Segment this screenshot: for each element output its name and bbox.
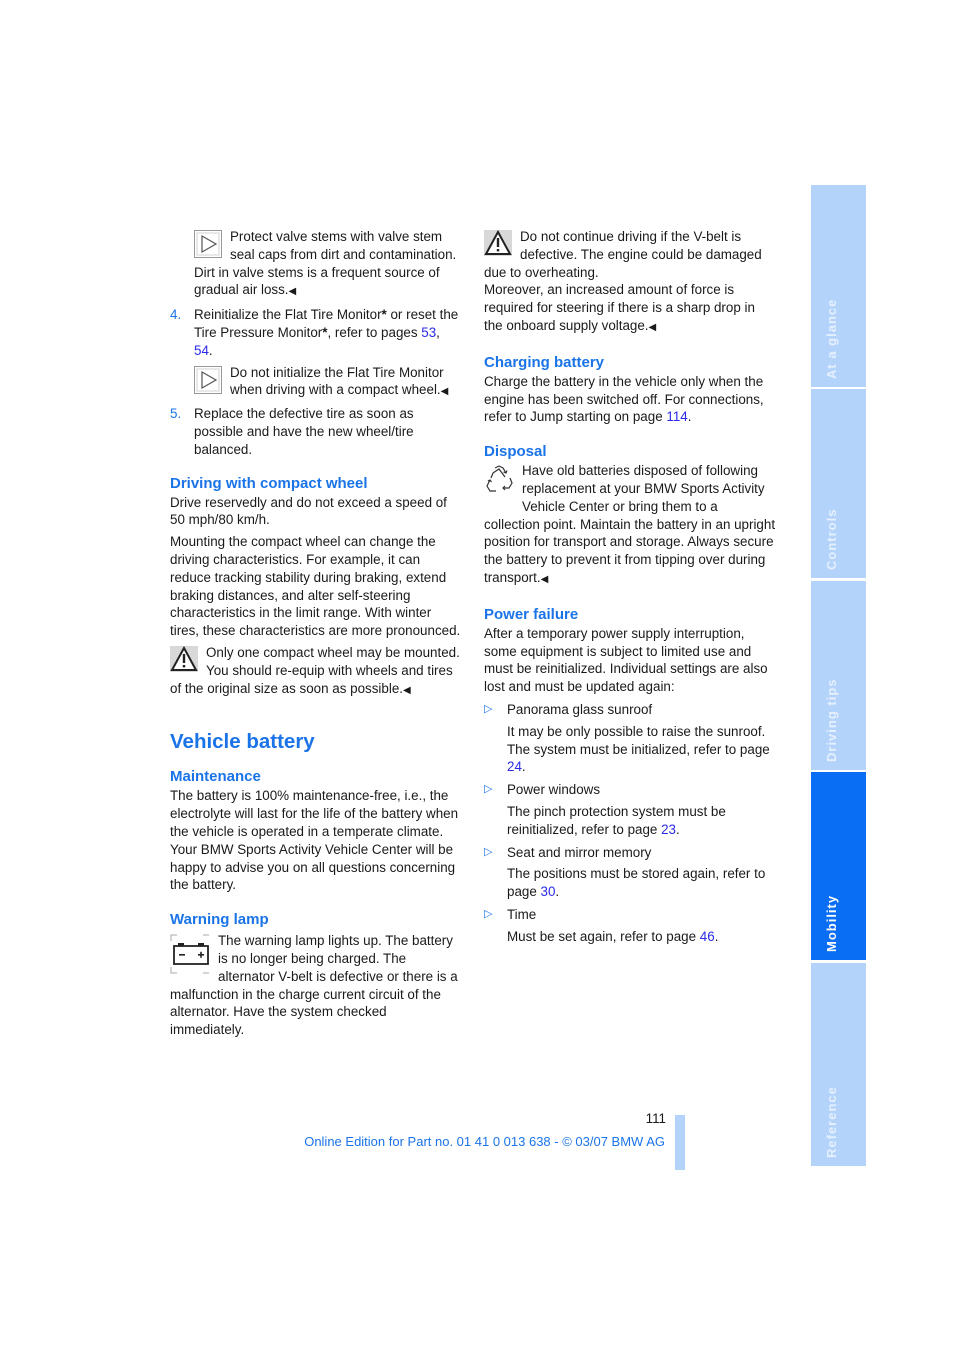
side-tab-reference[interactable]: Reference — [811, 963, 866, 1166]
note-arrow-icon — [194, 230, 222, 263]
warning-lamp-note: The warning lamp lights up. The battery … — [170, 933, 458, 1038]
list-item-description: The pinch protection system must be rein… — [507, 803, 726, 837]
heading-warning-lamp: Warning lamp — [170, 911, 269, 929]
end-mark: ◀ — [288, 286, 297, 298]
side-tab-driving-tips[interactable]: Driving tips — [811, 581, 866, 770]
heading-compact-wheel: Driving with compact wheel — [170, 474, 368, 492]
list-item-description: It may be only possible to raise the sun… — [507, 723, 770, 775]
compact-paragraph-1: Drive reservedly and do not exceed a spe… — [170, 494, 447, 528]
compact-paragraph-2: Mounting the compact wheel can change th… — [170, 534, 461, 639]
bullet-triangle-icon: ▷ — [484, 845, 493, 858]
page-link-53[interactable]: 53 — [421, 325, 436, 340]
section-title-vehicle-battery: Vehicle battery — [170, 730, 315, 754]
end-mark: ◀ — [540, 573, 549, 585]
edition-footer: Online Edition for Part no. 01 41 0 013 … — [304, 1134, 665, 1149]
end-mark: ◀ — [402, 684, 411, 696]
maintenance-text: The battery is 100% maintenance-free, i.… — [170, 788, 459, 893]
charging-text: Charge the battery in the vehicle only w… — [484, 373, 764, 425]
heading-disposal: Disposal — [484, 443, 547, 461]
compact-warning: Only one compact wheel may be mounted. Y… — [170, 644, 460, 696]
list-item: ▷ Time — [484, 906, 537, 922]
warning-triangle-icon — [170, 645, 198, 677]
page-link-54[interactable]: 54 — [194, 343, 209, 358]
right-column: Do not continue driving if the V-belt is… — [484, 228, 776, 946]
list-item-description: The positions must be stored again, refe… — [507, 866, 766, 900]
heading-maintenance: Maintenance — [170, 768, 261, 786]
heading-power-failure: Power failure — [484, 605, 579, 623]
bullet-triangle-icon: ▷ — [484, 783, 493, 796]
list-item: ▷ Power windows — [484, 782, 601, 798]
battery-warning-icon — [170, 934, 210, 979]
list-item-description: Must be set again, refer to page 46. — [507, 928, 719, 944]
side-tab-controls[interactable]: Controls — [811, 389, 866, 578]
page-link-30[interactable]: 30 — [541, 884, 556, 899]
step-5: 5. Replace the defective tire as soon as… — [170, 406, 414, 457]
page-number: 111 — [645, 1111, 666, 1126]
warning-triangle-icon — [484, 229, 512, 261]
recycle-icon — [484, 464, 514, 499]
list-item: ▷ Panorama glass sunroof — [484, 701, 653, 717]
page-link-46[interactable]: 46 — [700, 929, 715, 944]
note-flat-tire: Do not initialize the Flat Tire Monitor … — [194, 364, 462, 402]
heading-charging-battery: Charging battery — [484, 353, 605, 371]
power-failure-text: After a temporary power supply interrupt… — [484, 625, 768, 695]
page-link-23[interactable]: 23 — [661, 822, 676, 837]
page-link-24[interactable]: 24 — [507, 759, 522, 774]
footer-accent-bar — [675, 1115, 685, 1170]
end-mark: ◀ — [648, 321, 657, 333]
bullet-triangle-icon: ▷ — [484, 907, 493, 920]
end-mark: ◀ — [440, 386, 449, 398]
note-valve-stems: Protect valve stems with valve stem seal… — [194, 229, 457, 298]
left-column: Protect valve stems with valve stem seal… — [170, 228, 462, 1039]
list-item: ▷ Seat and mirror memory — [484, 844, 652, 860]
note-arrow-icon — [194, 365, 222, 399]
disposal-note: Have old batteries disposed of following… — [484, 463, 776, 585]
vbelt-warning: Do not continue driving if the V-belt is… — [484, 229, 762, 333]
side-tab-at-a-glance[interactable]: At a glance — [811, 185, 866, 387]
power-failure-list: ▷ Panorama glass sunroof It may be only … — [484, 701, 776, 946]
side-tab-mobility[interactable]: Mobility — [811, 772, 866, 960]
page-link-114[interactable]: 114 — [666, 409, 687, 424]
bullet-triangle-icon: ▷ — [484, 702, 493, 715]
step-4: 4. Reinitialize the Flat Tire Monitor* o… — [170, 307, 459, 358]
